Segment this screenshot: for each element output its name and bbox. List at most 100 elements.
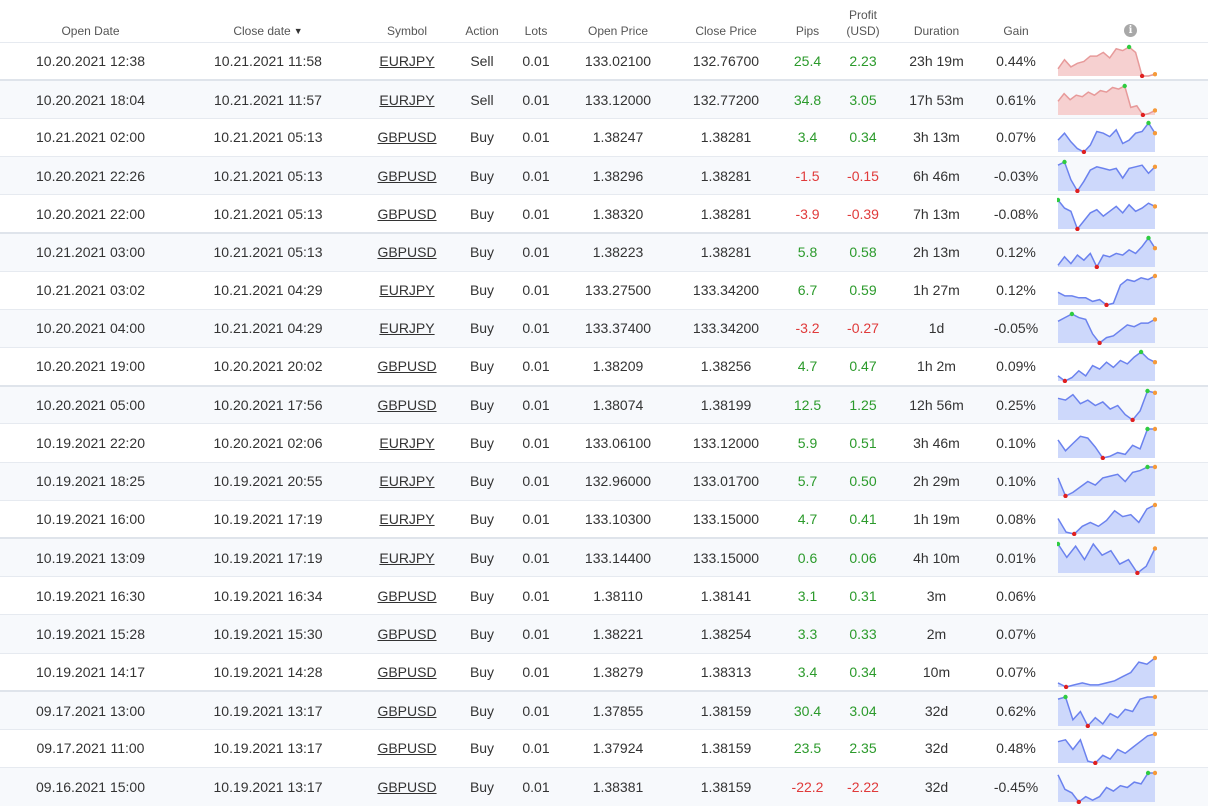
action-cell: Buy xyxy=(469,549,495,566)
symbol-link[interactable]: GBPUSD xyxy=(377,397,436,413)
symbol-link[interactable]: GBPUSD xyxy=(377,588,436,604)
table-row[interactable]: 09.17.2021 13:00 10.19.2021 13:17 GBPUSD Bu… xyxy=(0,691,1208,730)
close-price-cell: 133.34200 xyxy=(692,282,760,299)
sparkline-cell xyxy=(1053,691,1208,729)
sparkline-cell xyxy=(1053,462,1208,500)
sparkline-chart xyxy=(1057,197,1157,231)
table-row[interactable]: 10.20.2021 04:00 10.21.2021 04:29 EURJPY Bu… xyxy=(0,309,1208,348)
lots-cell: 0.01 xyxy=(522,434,550,451)
symbol-link[interactable]: GBPUSD xyxy=(377,626,436,642)
symbol-link[interactable]: GBPUSD xyxy=(377,664,436,680)
sparkline-low-marker xyxy=(1081,150,1087,155)
symbol-link[interactable]: EURJPY xyxy=(379,53,434,69)
symbol-link[interactable]: GBPUSD xyxy=(377,206,436,222)
header-action[interactable]: Action xyxy=(459,0,505,42)
header-duration[interactable]: Duration xyxy=(894,0,979,42)
close-price-cell: 1.38256 xyxy=(700,358,752,375)
symbol-link[interactable]: EURJPY xyxy=(379,550,434,566)
symbol-link[interactable]: EURJPY xyxy=(379,473,434,489)
symbol-link[interactable]: EURJPY xyxy=(379,282,434,298)
sparkline-chart xyxy=(1057,655,1157,689)
table-row[interactable]: 10.21.2021 02:00 10.21.2021 05:13 GBPUSD Bu… xyxy=(0,118,1208,156)
symbol-link[interactable]: GBPUSD xyxy=(377,779,436,795)
open-price-cell: 1.38296 xyxy=(592,167,644,184)
table-row[interactable]: 10.20.2021 05:00 10.20.2021 17:56 GBPUSD Bu… xyxy=(0,385,1208,424)
close-price-cell: 132.77200 xyxy=(692,91,760,108)
symbol-link[interactable]: GBPUSD xyxy=(377,703,436,719)
lots-cell: 0.01 xyxy=(522,320,550,337)
table-row[interactable]: 10.19.2021 14:17 10.19.2021 14:28 GBPUSD Bu… xyxy=(0,653,1208,691)
profit-cell: 0.58 xyxy=(849,244,877,261)
sparkline-cell xyxy=(1053,195,1208,233)
symbol-cell: GBPUSD xyxy=(355,386,459,424)
sparkline-high-marker xyxy=(1122,83,1127,88)
open-date-cell: 10.21.2021 03:02 xyxy=(36,282,145,299)
symbol-link[interactable]: GBPUSD xyxy=(377,740,436,756)
sparkline-low-marker xyxy=(1097,341,1102,346)
duration-cell: 2m xyxy=(926,625,947,642)
gain-cell: -0.05% xyxy=(993,320,1039,337)
header-profit[interactable]: Profit (USD) xyxy=(832,0,894,42)
symbol-cell: GBPUSD xyxy=(355,653,459,691)
table-row[interactable]: 10.20.2021 22:00 10.21.2021 05:13 GBPUSD Bu… xyxy=(0,194,1208,233)
close-date-cell: 10.19.2021 16:34 xyxy=(213,587,323,604)
table-row[interactable]: 10.19.2021 18:25 10.19.2021 20:55 EURJPY Bu… xyxy=(0,462,1208,501)
info-icon[interactable]: i xyxy=(1124,23,1137,37)
close-date-cell: 10.21.2021 04:29 xyxy=(213,282,323,299)
symbol-link[interactable]: GBPUSD xyxy=(377,244,436,260)
table-row[interactable]: 10.20.2021 19:00 10.20.2021 20:02 GBPUSD Bu… xyxy=(0,347,1208,386)
gain-cell: 0.25% xyxy=(996,397,1036,414)
duration-cell: 1h 19m xyxy=(913,511,960,528)
table-row[interactable]: 10.20.2021 18:04 10.21.2021 11:57 EURJPY Se… xyxy=(0,80,1208,119)
action-cell: Buy xyxy=(469,397,495,414)
table-row[interactable]: 10.21.2021 03:02 10.21.2021 04:29 EURJPY Bu… xyxy=(0,271,1208,309)
table-row[interactable]: 10.19.2021 22:20 10.20.2021 02:06 EURJPY Bu… xyxy=(0,423,1208,462)
symbol-link[interactable]: GBPUSD xyxy=(377,168,436,184)
profit-cell: 3.04 xyxy=(849,702,877,719)
symbol-link[interactable]: EURJPY xyxy=(379,320,434,336)
sparkline-high-marker xyxy=(1126,44,1132,50)
sparkline-chart xyxy=(1057,464,1157,499)
sparkline-end-marker xyxy=(1152,546,1157,551)
duration-cell: 10m xyxy=(922,663,951,680)
close-price-cell: 1.38159 xyxy=(700,740,752,757)
symbol-link[interactable]: EURJPY xyxy=(379,92,434,108)
profit-cell: 1.25 xyxy=(849,397,877,414)
header-lots[interactable]: Lots xyxy=(505,0,567,42)
sparkline-end-marker xyxy=(1152,502,1157,508)
table-row[interactable]: 10.20.2021 12:38 10.21.2021 11:58 EURJPY Se… xyxy=(0,42,1208,80)
sparkline-low-marker xyxy=(1139,73,1145,78)
duration-cell: 4h 10m xyxy=(913,549,960,566)
action-cell: Buy xyxy=(469,587,495,604)
pips-cell: 34.8 xyxy=(793,91,822,108)
sparkline-chart xyxy=(1057,274,1157,308)
symbol-link[interactable]: GBPUSD xyxy=(377,358,436,374)
close-date-cell: 10.19.2021 13:17 xyxy=(213,702,323,719)
profit-cell: 0.50 xyxy=(849,473,877,490)
table-row[interactable]: 10.19.2021 15:28 10.19.2021 15:30 GBPUSD Bu… xyxy=(0,614,1208,653)
symbol-link[interactable]: EURJPY xyxy=(379,511,434,527)
sparkline-cell xyxy=(1053,309,1208,347)
header-symbol[interactable]: Symbol xyxy=(355,0,459,42)
table-row[interactable]: 09.16.2021 15:00 10.19.2021 13:17 GBPUSD Bu… xyxy=(0,767,1208,806)
header-open-price[interactable]: Open Price xyxy=(567,0,669,42)
table-row[interactable]: 10.21.2021 03:00 10.21.2021 05:13 GBPUSD Bu… xyxy=(0,232,1208,272)
symbol-link[interactable]: EURJPY xyxy=(379,435,434,451)
table-row[interactable]: 10.20.2021 22:26 10.21.2021 05:13 GBPUSD Bu… xyxy=(0,156,1208,195)
close-date-cell: 10.20.2021 20:02 xyxy=(213,358,323,375)
table-row[interactable]: 10.19.2021 16:30 10.19.2021 16:34 GBPUSD Bu… xyxy=(0,576,1208,615)
header-gain[interactable]: Gain xyxy=(979,0,1053,42)
profit-cell: 0.06 xyxy=(849,549,877,566)
table-row[interactable]: 10.19.2021 16:00 10.19.2021 17:19 EURJPY Bu… xyxy=(0,500,1208,538)
header-pips[interactable]: Pips xyxy=(783,0,832,42)
header-close-price[interactable]: Close Price xyxy=(669,0,783,42)
table-row[interactable]: 10.19.2021 13:09 10.19.2021 17:19 EURJPY Bu… xyxy=(0,538,1208,577)
symbol-link[interactable]: GBPUSD xyxy=(377,129,436,145)
header-open-date[interactable]: Open Date xyxy=(0,0,181,42)
duration-cell: 17h 53m xyxy=(909,91,964,108)
sparkline-chart xyxy=(1057,388,1157,423)
header-close-date[interactable]: Close date ▼ xyxy=(181,0,355,42)
open-price-cell: 133.06100 xyxy=(584,434,652,451)
action-cell: Buy xyxy=(469,434,495,451)
table-row[interactable]: 09.17.2021 11:00 10.19.2021 13:17 GBPUSD Bu… xyxy=(0,729,1208,767)
